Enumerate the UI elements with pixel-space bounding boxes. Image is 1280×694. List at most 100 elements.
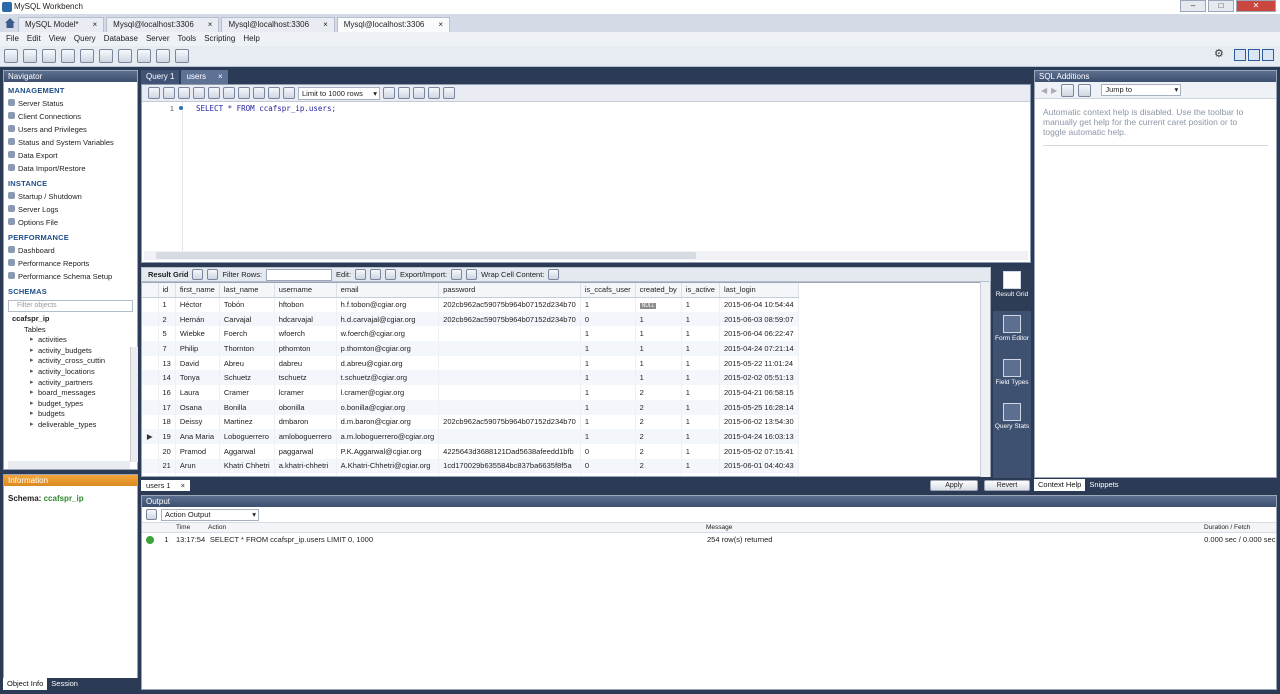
table-cell[interactable]: 2 bbox=[635, 414, 682, 430]
table-cell[interactable]: 2015-06-01 04:40:43 bbox=[719, 458, 799, 474]
row-marker[interactable] bbox=[142, 370, 159, 386]
field-types-button[interactable]: Field Types bbox=[993, 355, 1031, 399]
output-type-select[interactable]: Action Output bbox=[161, 508, 259, 521]
table-cell[interactable]: 1 bbox=[580, 370, 636, 386]
save-icon[interactable] bbox=[163, 87, 175, 99]
table-cell[interactable]: Pramod bbox=[175, 443, 220, 459]
table-cell[interactable]: 4225643d3688121Dad5638afeedd1bfb bbox=[438, 443, 581, 459]
editor-hscrollbar[interactable] bbox=[144, 251, 1028, 260]
table-cell[interactable]: 1 bbox=[681, 458, 720, 474]
nav-data-import[interactable]: Data Import/Restore bbox=[4, 162, 137, 175]
menu-help[interactable]: Help bbox=[239, 32, 263, 46]
toggle-sidebar-icon[interactable] bbox=[1234, 49, 1246, 61]
auto-help-icon[interactable] bbox=[1061, 83, 1075, 97]
table-cell[interactable]: Wiebke bbox=[175, 326, 220, 342]
table-cell[interactable]: 0 bbox=[580, 458, 636, 474]
grid-icon[interactable] bbox=[192, 269, 204, 280]
table-cell[interactable]: 20 bbox=[158, 443, 176, 459]
table-cell[interactable]: 2015-05-25 16:28:14 bbox=[719, 399, 799, 415]
doc-tab-connection[interactable]: Mysql@localhost:3306 × bbox=[106, 17, 220, 32]
open-sql-script-icon[interactable] bbox=[23, 49, 37, 63]
table-cell[interactable]: l.cramer@cgiar.org bbox=[336, 385, 440, 400]
table-cell[interactable]: 2 bbox=[635, 473, 682, 476]
row-marker[interactable] bbox=[142, 458, 159, 474]
create-function-icon[interactable] bbox=[137, 49, 151, 63]
table-cell[interactable]: 1 bbox=[681, 414, 720, 430]
table-cell[interactable]: A.Khatri-Chhetri@cgiar.org bbox=[336, 458, 440, 474]
column-header[interactable]: last_name bbox=[219, 283, 275, 298]
delete-row-icon[interactable] bbox=[385, 269, 397, 280]
table-cell[interactable]: t.schuetz@cgiar.org bbox=[336, 370, 440, 386]
table-cell[interactable]: 202cb962ac59075b964b07152d234b70 bbox=[438, 414, 581, 430]
table-cell[interactable]: tschuetz bbox=[274, 370, 337, 386]
table-cell[interactable]: 13 bbox=[158, 355, 176, 371]
table-cell[interactable]: 0 bbox=[580, 443, 636, 459]
nav-startup-shutdown[interactable]: Startup / Shutdown bbox=[4, 190, 137, 203]
nav-options-file[interactable]: Options File bbox=[4, 216, 137, 229]
table-cell[interactable]: Khatri Chhetri bbox=[219, 458, 275, 474]
rollback-icon[interactable] bbox=[268, 87, 280, 99]
table-cell[interactable]: David bbox=[175, 355, 220, 371]
table-row[interactable]: ▶ 19 Ana Maria Loboguerrero amloboguerrero a.… bbox=[142, 429, 799, 444]
table-cell[interactable]: lcramer bbox=[274, 385, 337, 400]
table-cell[interactable]: 202cb962ac59075b964b07152d234b70 bbox=[438, 311, 581, 327]
table-cell[interactable]: 0 bbox=[580, 311, 636, 327]
column-header[interactable]: created_by bbox=[635, 283, 682, 298]
search-table-data-icon[interactable] bbox=[156, 49, 170, 63]
tab-close-icon[interactable]: × bbox=[93, 18, 98, 32]
table-cell[interactable]: a.khatri-chhetri bbox=[274, 458, 337, 474]
table-cell[interactable]: Arun bbox=[175, 458, 220, 474]
menu-server[interactable]: Server bbox=[142, 32, 174, 46]
table-cell[interactable]: p.thornton@cgiar.org bbox=[336, 341, 440, 356]
table-cell[interactable]: dmbaron bbox=[274, 414, 337, 430]
grid-scrollbar[interactable] bbox=[980, 282, 990, 477]
nav-data-export[interactable]: Data Export bbox=[4, 149, 137, 162]
column-header[interactable]: first_name bbox=[175, 283, 220, 298]
result-grid-view-button[interactable]: Result Grid bbox=[993, 267, 1031, 311]
row-marker[interactable] bbox=[142, 443, 159, 459]
table-cell[interactable]: 1cd170029b635584bc837ba6635f8f5a bbox=[438, 458, 581, 474]
table-row[interactable]: 13 David Abreu dabreu d.abreu@cgiar.org 1 1 1 20… bbox=[142, 355, 799, 371]
table-cell[interactable]: d.m.baron@cgiar.org bbox=[336, 414, 440, 430]
row-marker[interactable] bbox=[142, 297, 159, 312]
sql-code[interactable]: SELECT * FROM ccafspr_ip.users; bbox=[196, 104, 336, 113]
table-cell[interactable]: pthornton bbox=[274, 341, 337, 356]
wrap-lines-icon[interactable] bbox=[443, 87, 455, 99]
inspector-icon[interactable] bbox=[42, 49, 56, 63]
form-editor-button[interactable]: Form Editor bbox=[993, 311, 1031, 355]
table-cell[interactable]: 1 bbox=[681, 341, 720, 356]
tab-close-icon[interactable]: × bbox=[218, 70, 223, 84]
table-node[interactable]: activities bbox=[12, 335, 137, 346]
maximize-button[interactable]: □ bbox=[1208, 0, 1234, 12]
row-marker[interactable] bbox=[142, 385, 159, 400]
column-header[interactable]: is_active bbox=[681, 283, 720, 298]
table-cell[interactable]: Laura bbox=[175, 385, 220, 400]
close-window-button[interactable]: ✕ bbox=[1236, 0, 1276, 12]
navigator-scrollbar[interactable] bbox=[130, 347, 138, 462]
table-cell[interactable]: 1 bbox=[681, 443, 720, 459]
revert-button[interactable]: Revert bbox=[984, 480, 1030, 491]
table-cell[interactable]: 2015-04-24 07:21:14 bbox=[719, 341, 799, 356]
table-cell[interactable]: 21 bbox=[158, 458, 176, 474]
table-row[interactable]: 20 Pramod Aggarwal paggarwal P.K.Aggarwal@cg… bbox=[142, 443, 799, 459]
table-cell[interactable] bbox=[438, 399, 581, 415]
table-cell[interactable]: 1 bbox=[681, 473, 720, 476]
table-cell[interactable]: 1 bbox=[635, 355, 682, 371]
tab-snippets[interactable]: Snippets bbox=[1085, 479, 1122, 491]
table-row[interactable]: 17 Osana Bonilla obonilla o.bonilla@cgiar.or… bbox=[142, 399, 799, 415]
new-sql-tab-icon[interactable] bbox=[4, 49, 18, 63]
row-marker[interactable]: ▶ bbox=[142, 429, 159, 444]
table-row[interactable]: 5 Wiebke Foerch wfoerch w.foerch@cgiar.org 1 1… bbox=[142, 326, 799, 342]
table-cell[interactable] bbox=[438, 385, 581, 400]
table-cell[interactable]: 2015-06-02 13:54:30 bbox=[719, 414, 799, 430]
tab-session[interactable]: Session bbox=[47, 678, 82, 690]
table-cell[interactable]: 1 bbox=[681, 429, 720, 444]
row-marker[interactable] bbox=[142, 473, 159, 476]
explain-icon[interactable] bbox=[208, 87, 220, 99]
home-icon[interactable] bbox=[4, 17, 16, 29]
table-cell[interactable]: 2 bbox=[635, 429, 682, 444]
create-view-icon[interactable] bbox=[99, 49, 113, 63]
bookmark-icon[interactable] bbox=[383, 87, 395, 99]
invisible-chars-icon[interactable] bbox=[428, 87, 440, 99]
table-cell[interactable]: Thornton bbox=[219, 341, 275, 356]
